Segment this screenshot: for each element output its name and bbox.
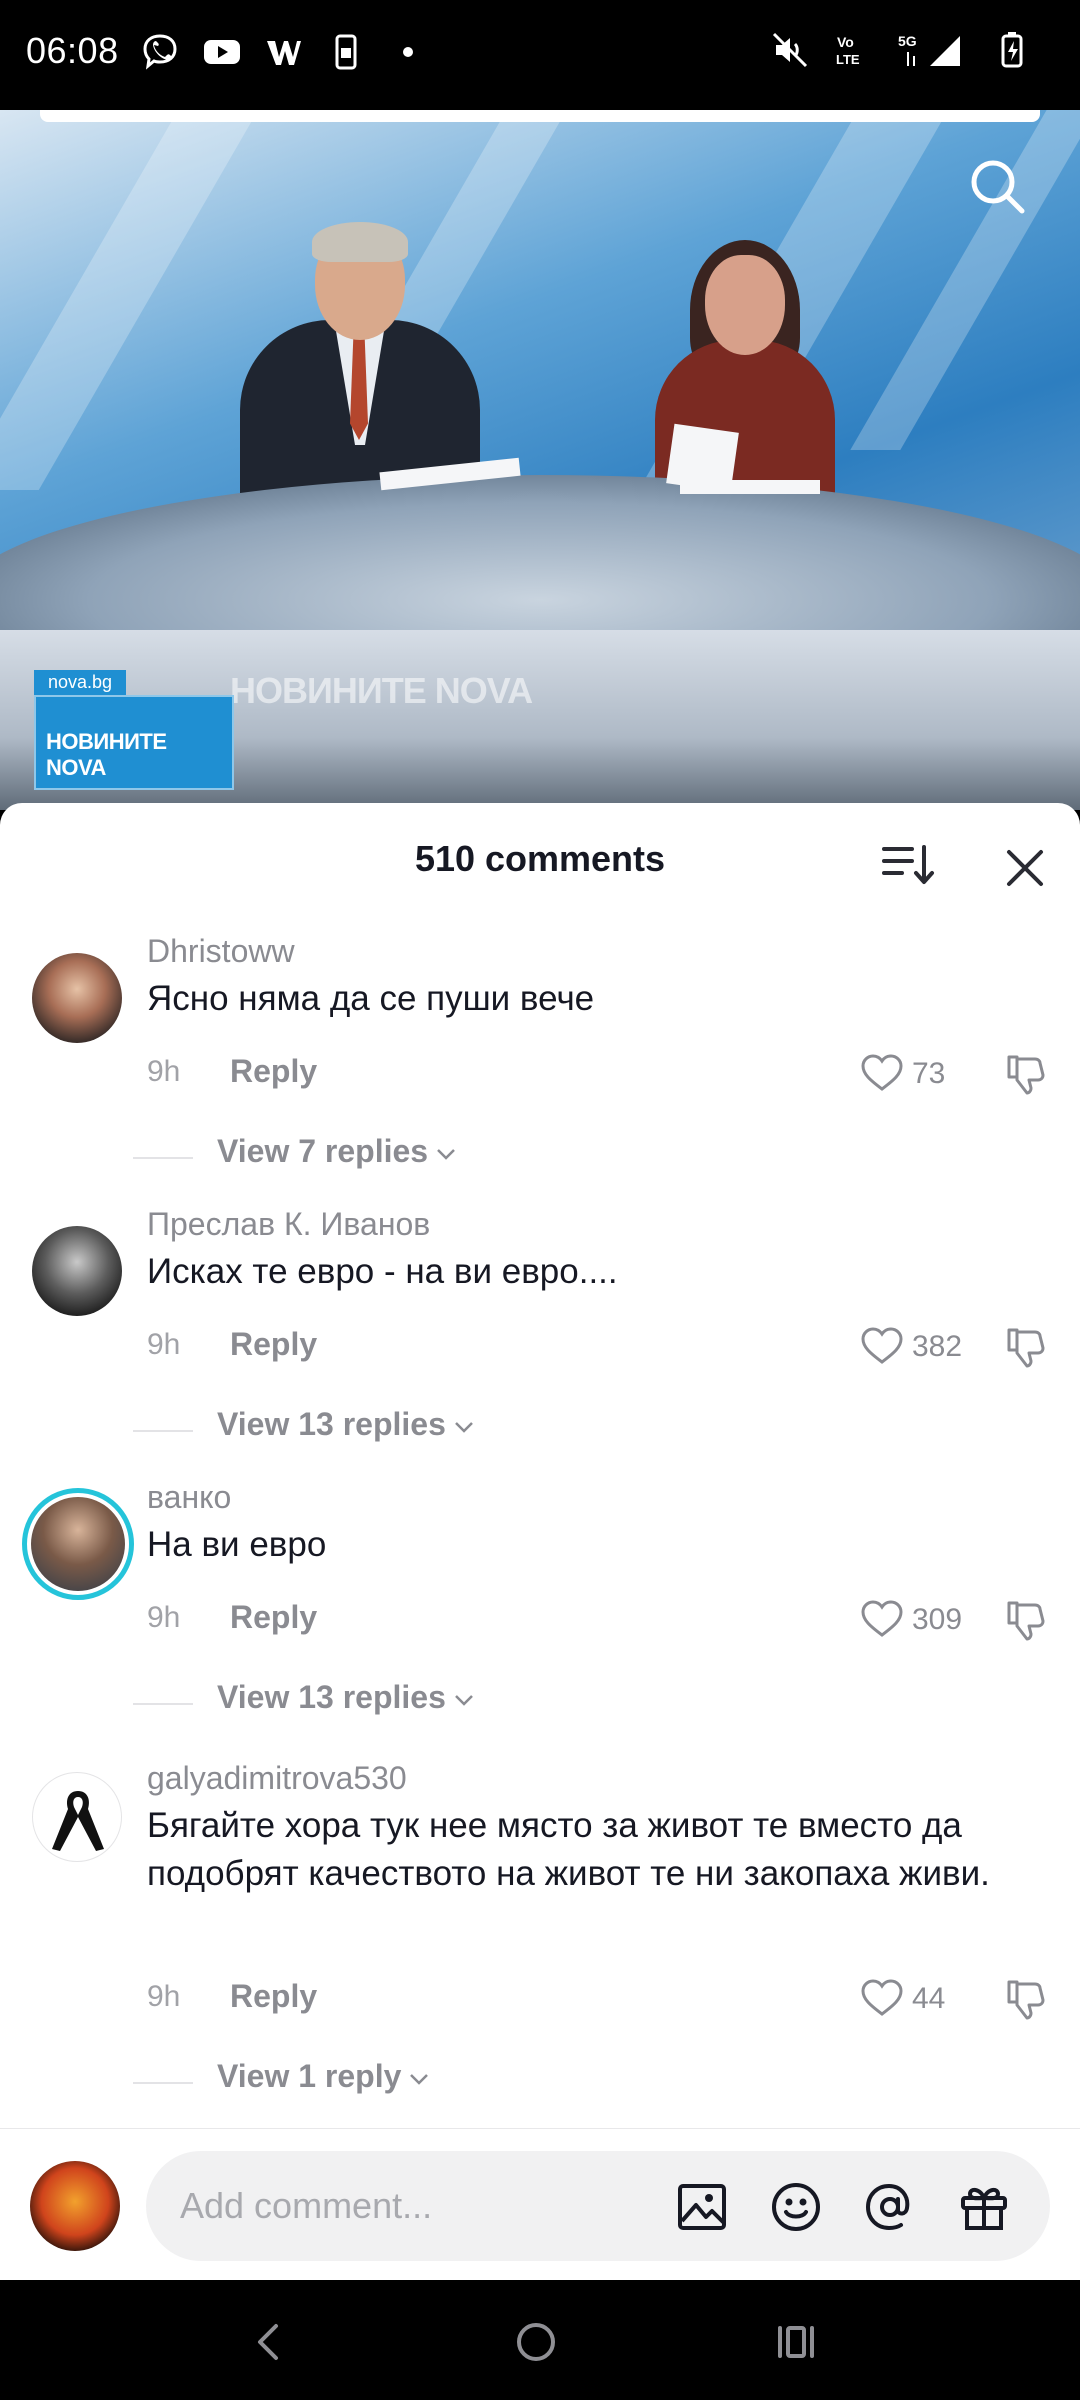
comment-time: 9h [147, 1601, 181, 1634]
comment-username[interactable]: ванко [147, 1479, 231, 1516]
volte-icon: Vo LTE [834, 30, 874, 70]
comments-header: 510 comments [0, 803, 1080, 913]
comment-text: На ви евро [147, 1525, 327, 1564]
comment-text: Исках те евро - на ви евро.... [147, 1252, 618, 1291]
comment-time: 9h [147, 1328, 181, 1361]
comment-time: 9h [147, 1980, 181, 2013]
dot-icon [388, 32, 428, 72]
emoji-icon[interactable] [770, 2181, 822, 2233]
channel-logo-text: НОВИНИТЕ NOVA [46, 729, 167, 780]
comment-username[interactable]: galyadimitrova530 [147, 1760, 407, 1797]
reply-button[interactable]: Reply [230, 1978, 317, 2015]
channel-site-tag: nova.bg [34, 670, 127, 695]
comment-text: Бягайте хора тук нее място за живот те в… [147, 1806, 990, 1893]
close-icon[interactable] [1000, 843, 1050, 893]
view-replies-label: View 13 replies [217, 1679, 446, 1715]
avatar[interactable] [32, 953, 122, 1043]
heart-icon[interactable] [860, 1326, 904, 1366]
heart-icon[interactable] [860, 1978, 904, 2018]
mourning-ribbon-icon [52, 1791, 104, 1851]
like-count: 382 [912, 1330, 963, 1363]
search-icon[interactable] [966, 155, 1030, 219]
system-nav-bar [0, 2280, 1080, 2400]
like-count: 44 [912, 1982, 946, 2015]
like-count: 309 [912, 1603, 963, 1636]
avatar[interactable] [32, 1772, 122, 1862]
back-icon[interactable] [246, 2318, 294, 2366]
view-replies-label: View 13 replies [217, 1406, 446, 1442]
comments-sheet: 510 comments Dhristoww Ясно няма да се п… [0, 803, 1080, 2278]
reply-button[interactable]: Reply [230, 1053, 317, 1090]
like-count: 73 [912, 1057, 946, 1090]
dislike-icon[interactable] [1003, 1976, 1047, 2020]
comment-username[interactable]: Dhristoww [147, 933, 295, 970]
reply-button[interactable]: Reply [230, 1326, 317, 1363]
mention-icon[interactable] [864, 2181, 916, 2233]
chevron-down-icon [437, 1148, 455, 1160]
view-replies-label: View 7 replies [217, 1133, 429, 1169]
mute-icon [770, 30, 810, 70]
5g-signal-icon: 5G [898, 30, 968, 70]
heart-icon[interactable] [860, 1599, 904, 1639]
chevron-down-icon [410, 2073, 429, 2085]
youtube-icon [202, 32, 242, 72]
studio-wall-logo: НОВИНИТЕ NOVA [230, 670, 533, 711]
my-avatar[interactable] [30, 2161, 120, 2251]
svg-text:Vo: Vo [837, 34, 854, 50]
viber-icon [140, 32, 180, 72]
dislike-icon[interactable] [1003, 1324, 1047, 1368]
comment-text: Ясно няма да се пуши вече [147, 979, 595, 1018]
comment-input-placeholder: Add comment... [180, 2185, 433, 2226]
battery-charging-icon [992, 30, 1032, 70]
sort-icon[interactable] [880, 841, 936, 891]
w-app-icon [264, 32, 304, 72]
home-icon[interactable] [512, 2318, 560, 2366]
channel-logo: НОВИНИТЕ NOVA [34, 695, 234, 790]
comment-username[interactable]: Преслав К. Иванов [147, 1206, 430, 1243]
reply-button[interactable]: Reply [230, 1599, 317, 1636]
comment-input[interactable]: Add comment... [146, 2151, 1050, 2261]
avatar[interactable] [22, 1488, 134, 1600]
status-bar: 06:08 Vo LTE 5G [0, 0, 1080, 110]
video-player[interactable]: НОВИНИТЕ NOVA nova.bg НОВИНИТЕ NOVA [0, 110, 1080, 810]
avatar[interactable] [32, 1226, 122, 1316]
chevron-down-icon [455, 1421, 473, 1433]
heart-icon[interactable] [860, 1053, 904, 1093]
svg-text:5G: 5G [898, 33, 917, 49]
chevron-down-icon [455, 1694, 473, 1706]
gift-icon[interactable] [958, 2181, 1010, 2233]
image-icon[interactable] [676, 2181, 728, 2233]
status-time: 06:08 [26, 30, 119, 71]
phone-storage-icon [326, 32, 366, 72]
dislike-icon[interactable] [1003, 1051, 1047, 1095]
view-replies-label: View 1 reply [217, 2058, 402, 2094]
comment-time: 9h [147, 1055, 181, 1088]
recents-icon[interactable] [772, 2318, 820, 2366]
comment-input-bar: Add comment... [0, 2128, 1080, 2280]
svg-text:LTE: LTE [836, 52, 860, 67]
dislike-icon[interactable] [1003, 1597, 1047, 1641]
